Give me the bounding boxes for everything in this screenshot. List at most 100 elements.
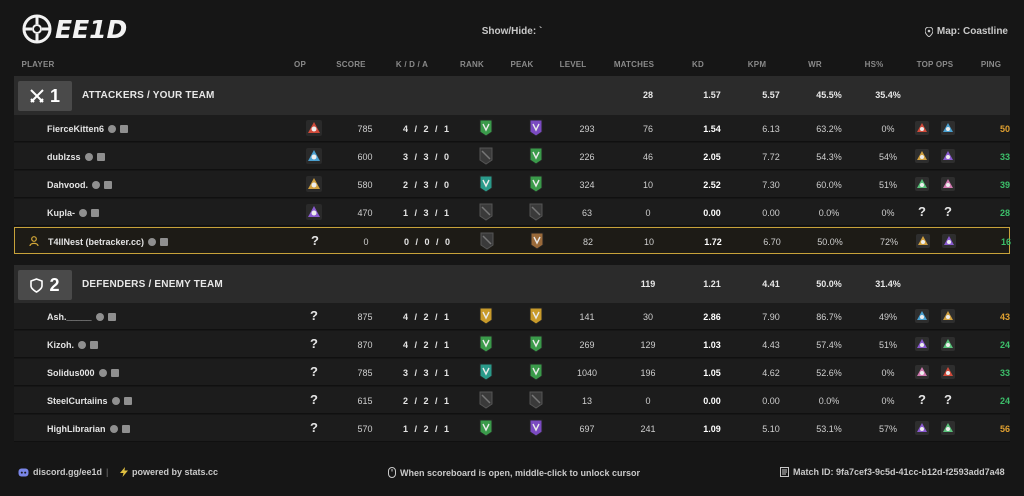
peak-rank-icon xyxy=(529,363,543,381)
player-row[interactable]: FierceKitten6 785 4 / 2 / 1 293 76 1.54 … xyxy=(14,115,1010,142)
team-number: 2 xyxy=(49,274,60,295)
top-operator-icon xyxy=(915,365,929,379)
kpm: 4.43 xyxy=(762,340,780,350)
kpm: 4.62 xyxy=(762,368,780,378)
kd: 2.52 xyxy=(703,180,721,190)
player-row[interactable]: Solidus000 ? 785 3 / 3 / 1 1040 196 1.05… xyxy=(14,359,1010,386)
player-row[interactable]: HighLibrarian ? 570 1 / 2 / 1 697 241 1.… xyxy=(14,415,1010,442)
unknown-operator-icon: ? xyxy=(310,392,318,407)
win-rate: 86.7% xyxy=(816,312,842,322)
win-rate: 50.0% xyxy=(817,237,843,247)
unknown-operator-icon: ? xyxy=(310,420,318,435)
ping: 33 xyxy=(999,368,1011,378)
platform-icon xyxy=(98,369,107,377)
score: 600 xyxy=(357,152,373,162)
peak-rank-icon xyxy=(529,335,543,353)
lightning-icon xyxy=(120,467,128,477)
platform-icon xyxy=(121,425,130,433)
user-icon xyxy=(29,236,39,247)
kpm: 6.70 xyxy=(763,237,781,247)
player-name[interactable]: T4llNest (betracker.cc) xyxy=(48,237,169,247)
rank-icon xyxy=(480,232,494,250)
player-name[interactable]: Solidus000 xyxy=(47,368,119,378)
col-ping: PING xyxy=(980,60,1002,69)
ping: 50 xyxy=(999,124,1011,134)
platform-icon xyxy=(90,341,98,349)
player-name[interactable]: Kizoh. xyxy=(47,340,98,350)
kd: 1.05 xyxy=(703,368,721,378)
team-badge: 1 xyxy=(18,81,72,111)
team-hs: 35.4% xyxy=(875,90,901,100)
player-name[interactable]: SteelCurtaiins xyxy=(47,396,132,406)
team-badge: 2 xyxy=(18,270,72,300)
team-hs: 31.4% xyxy=(875,279,901,289)
kd: 1.03 xyxy=(703,340,721,350)
player-row[interactable]: Kizoh. ? 870 4 / 2 / 1 269 129 1.03 4.43… xyxy=(14,331,1010,358)
player-row[interactable]: SteelCurtaiins ? 615 2 / 2 / 1 13 0 0.00… xyxy=(14,387,1010,414)
unknown-operator-icon: ? xyxy=(311,233,319,248)
win-rate: 52.6% xyxy=(816,368,842,378)
headshot-pct: 0% xyxy=(881,368,895,378)
col-wr: WR xyxy=(808,60,822,69)
player-row[interactable]: T4llNest (betracker.cc) ? 0 0 / 0 / 0 82… xyxy=(14,227,1012,254)
headshot-pct: 51% xyxy=(878,180,898,190)
kd: 0.00 xyxy=(703,208,721,218)
peak-rank-icon xyxy=(529,419,543,437)
matches: 196 xyxy=(640,368,656,378)
platform-icon xyxy=(111,397,120,405)
player-name[interactable]: dublzss xyxy=(47,152,105,162)
mouse-icon xyxy=(388,467,396,478)
player-row[interactable]: Kupla- 470 1 / 3 / 1 63 0 0.00 0.00 0.0%… xyxy=(14,199,1010,226)
col-matches: MATCHES xyxy=(613,60,655,69)
matches: 10 xyxy=(643,237,655,247)
document-icon xyxy=(780,467,789,477)
col-level: LEVEL xyxy=(559,60,587,69)
player-name[interactable]: Kupla- xyxy=(47,208,99,218)
ping: 16 xyxy=(1000,237,1012,247)
platform-icon xyxy=(123,397,132,405)
team-header-1: 1 ATTACKERS / YOUR TEAM 28 1.57 5.57 45.… xyxy=(14,76,1010,116)
player-name[interactable]: FierceKitten6 xyxy=(47,124,129,134)
player-name[interactable]: HighLibrarian xyxy=(47,424,130,434)
team-number: 1 xyxy=(49,85,60,106)
player-name[interactable]: Dahvood. xyxy=(47,180,113,190)
kda: 1 / 2 / 1 xyxy=(402,424,450,434)
score: 580 xyxy=(357,180,373,190)
team-wr: 45.5% xyxy=(816,90,842,100)
kda: 4 / 2 / 1 xyxy=(402,340,450,350)
platform-icon xyxy=(78,341,86,349)
ping: 28 xyxy=(999,208,1011,218)
discord-link[interactable]: discord.gg/ee1d | xyxy=(18,467,109,477)
team-header-2: 2 DEFENDERS / ENEMY TEAM 119 1.21 4.41 5… xyxy=(14,265,1010,305)
kd: 2.05 xyxy=(703,152,721,162)
player-row[interactable]: Ash._____ ? 875 4 / 2 / 1 141 30 2.86 7.… xyxy=(14,303,1010,330)
score: 615 xyxy=(357,396,373,406)
score: 875 xyxy=(357,312,373,322)
powered-by: powered by stats.cc xyxy=(120,467,218,477)
rank-icon xyxy=(479,175,493,193)
level: 1040 xyxy=(576,368,598,378)
operator-icon xyxy=(306,148,322,164)
discord-icon xyxy=(18,468,29,476)
ping: 33 xyxy=(999,152,1011,162)
col-peak: PEAK xyxy=(510,60,534,69)
score: 785 xyxy=(357,124,373,134)
col-score: SCORE xyxy=(336,60,366,69)
top-operator-icon xyxy=(915,309,929,323)
unknown-operator-icon: ? xyxy=(944,392,952,407)
team-matches: 119 xyxy=(640,279,656,289)
top-operators: ?? xyxy=(914,392,956,407)
win-rate: 54.3% xyxy=(816,152,842,162)
platform-icon xyxy=(109,425,118,433)
column-headers: PLAYER OP SCORE K / D / A RANK PEAK LEVE… xyxy=(0,60,1024,72)
player-row[interactable]: dublzss 600 3 / 3 / 0 226 46 2.05 7.72 5… xyxy=(14,143,1010,170)
top-operator-icon xyxy=(941,365,955,379)
level: 293 xyxy=(579,124,595,134)
platform-icon xyxy=(107,313,116,321)
ping: 24 xyxy=(999,340,1011,350)
top-operator-icon xyxy=(916,234,930,248)
player-name[interactable]: Ash._____ xyxy=(47,312,116,322)
map-label: Map: Coastline xyxy=(924,26,1008,37)
player-row[interactable]: Dahvood. 580 2 / 3 / 0 324 10 2.52 7.30 … xyxy=(14,171,1010,198)
kpm: 5.10 xyxy=(762,424,780,434)
